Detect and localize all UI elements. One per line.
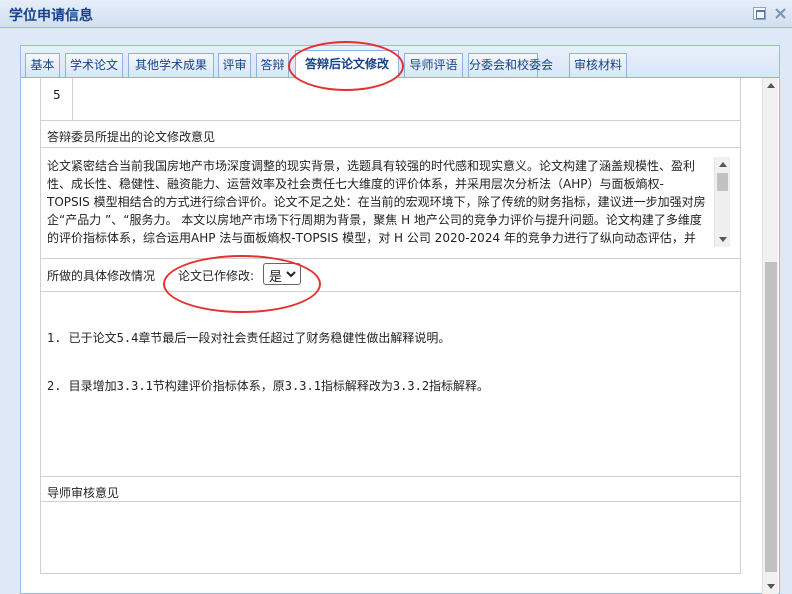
modification-line: 2. 目录增加3.3.1节构建评价指标体系，原3.3.1指标解释改为3.3.2指… [47, 379, 490, 393]
comments-scrollbar[interactable] [714, 157, 730, 247]
scroll-down-arrow-icon[interactable] [767, 584, 775, 589]
tab-strip: 基本 学术论文 其他学术成果 评审 答辩 答辩后论文修改 导师评语 分委会和校委… [21, 46, 779, 78]
committee-comments-textarea[interactable]: 论文紧密结合当前我国房地产市场深度调整的现实背景，选题具有较强的时代感和现实意义… [47, 157, 713, 247]
committee-comments-label: 答辩委员所提出的论文修改意见 [47, 130, 216, 144]
row-divider [41, 291, 741, 292]
modified-label: 论文已作修改: [178, 269, 255, 283]
table-border-left [40, 78, 41, 574]
tab-committee[interactable]: 分委会和校委会 [468, 53, 553, 77]
window-title: 学位申请信息 [9, 8, 93, 24]
advisor-review-label: 导师审核意见 [47, 486, 120, 500]
row-divider [41, 120, 741, 121]
close-icon [775, 8, 786, 19]
row-divider [41, 258, 741, 259]
scroll-up-arrow-icon[interactable] [767, 83, 775, 88]
tab-defense[interactable]: 答辩 [256, 53, 289, 77]
comment-line: 企“产品力 ”、“服务力。 本文以房地产市场下行周期为背景，聚焦 H 地产公司的… [47, 213, 702, 227]
table-border-right [740, 78, 741, 574]
comment-line: 性、成长性、稳健性、融资能力、运营效率及社会责任七大维度的评价体系，并采用层次分… [47, 177, 664, 191]
comment-line: 论文紧密结合当前我国房地产市场深度调整的现实背景，选题具有较强的时代感和现实意义… [47, 159, 696, 173]
chevron-down-icon [286, 271, 296, 278]
close-button[interactable] [774, 7, 787, 20]
window-header: 学位申请信息 [0, 0, 792, 28]
comment-line: TOPSIS 模型相结合的方式进行综合评价。论文不足之处：在当前的宏观环境下，除… [47, 195, 706, 209]
row-divider [41, 476, 741, 477]
modified-select[interactable]: 是 [263, 263, 301, 285]
tab-basic[interactable]: 基本 [25, 53, 60, 77]
tab-review-materials[interactable]: 审核材料 [569, 53, 627, 77]
main-scrollbar[interactable] [762, 78, 778, 594]
tab-other-achievements[interactable]: 其他学术成果 [128, 53, 214, 77]
tab-post-defense-revision[interactable]: 答辩后论文修改 [295, 50, 399, 78]
row-number: 5 [53, 88, 61, 102]
scroll-thumb[interactable] [765, 262, 777, 572]
table-border-num [72, 78, 73, 120]
scroll-thumb[interactable] [717, 173, 728, 191]
row-divider [41, 147, 741, 148]
modification-label: 所做的具体修改情况 [47, 269, 156, 283]
modified-select-value: 是 [269, 270, 283, 285]
tab-advisor-comments[interactable]: 导师评语 [404, 53, 463, 77]
scroll-down-arrow-icon[interactable] [719, 237, 727, 242]
row-divider [41, 573, 741, 574]
modification-line: 1. 已于论文5.4章节最后一段对社会责任超过了财务稳健性做出解释说明。 [47, 331, 451, 345]
modifications-textarea[interactable]: 1. 已于论文5.4章节最后一段对社会责任超过了财务稳健性做出解释说明。 2. … [47, 298, 727, 410]
tab-review[interactable]: 评审 [218, 53, 251, 77]
tab-academic-papers[interactable]: 学术论文 [65, 53, 123, 77]
maximize-button[interactable] [753, 7, 766, 20]
scroll-up-arrow-icon[interactable] [719, 162, 727, 167]
comment-line: 的评价指标体系，综合运用AHP 法与面板熵权-TOPSIS 模型，对 H 公司 … [47, 231, 696, 245]
row-divider [41, 501, 741, 502]
